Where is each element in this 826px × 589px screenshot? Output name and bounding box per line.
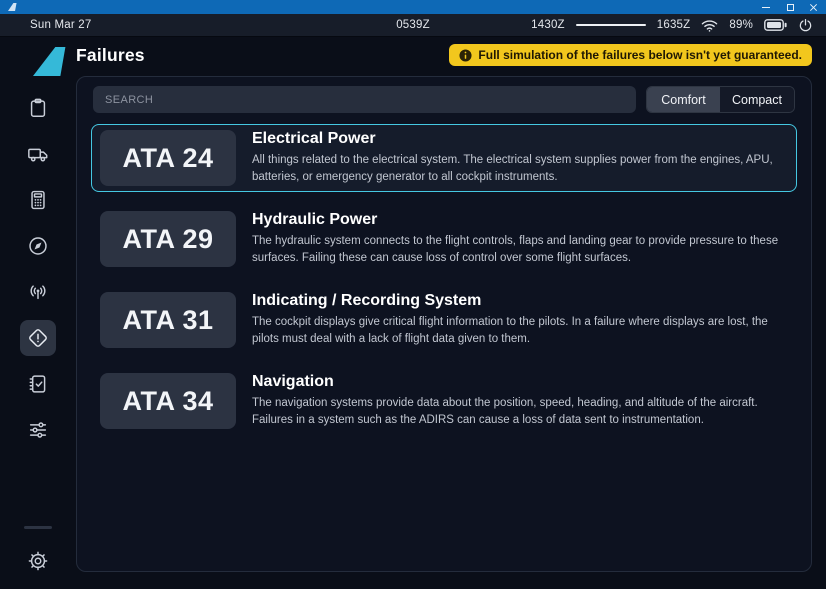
sidebar-item-failures[interactable]: [20, 320, 56, 356]
sidebar-item-performance[interactable]: [20, 182, 56, 218]
battery-percent: 89%: [729, 19, 753, 31]
sidebar-item-ground-services[interactable]: [20, 136, 56, 172]
battery-icon: [764, 19, 787, 31]
toolbar: Comfort Compact: [93, 86, 795, 113]
failure-description: The hydraulic system connects to the fli…: [252, 233, 788, 267]
leg-start-time: 1430Z: [531, 19, 565, 31]
clipboard-icon: [27, 97, 49, 119]
ata-code-badge: ATA 31: [100, 292, 236, 348]
failure-card-ata29[interactable]: ATA 29 Hydraulic Power The hydraulic sys…: [91, 205, 797, 273]
sidebar-item-navigation[interactable]: [20, 228, 56, 264]
sidebar-item-options[interactable]: [20, 412, 56, 448]
wifi-icon: [701, 19, 718, 32]
failures-panel: Comfort Compact ATA 24 Electrical Power …: [76, 76, 812, 572]
failure-card-ata24[interactable]: ATA 24 Electrical Power All things relat…: [91, 124, 797, 192]
os-titlebar: [0, 0, 826, 14]
view-mode-toggle: Comfort Compact: [646, 86, 795, 113]
failure-card-ata34[interactable]: ATA 34 Navigation The navigation systems…: [91, 367, 797, 435]
warning-banner: Full simulation of the failures below is…: [449, 44, 812, 66]
broadcast-icon: [27, 281, 49, 303]
ata-code-badge: ATA 34: [100, 373, 236, 429]
search-input[interactable]: [93, 86, 636, 113]
truck-icon: [27, 143, 49, 165]
compass-icon: [27, 235, 49, 257]
failure-card-list: ATA 24 Electrical Power All things relat…: [91, 124, 797, 435]
status-bar: Sun Mar 27 0539Z 1430Z 1635Z 89%: [0, 14, 826, 37]
ata-code-badge: ATA 24: [100, 130, 236, 186]
view-compact-button[interactable]: Compact: [720, 87, 794, 112]
gear-icon: [27, 550, 49, 572]
sidebar-item-clipboard[interactable]: [20, 90, 56, 126]
failure-description: All things related to the electrical sys…: [252, 152, 788, 186]
sidebar-item-radio[interactable]: [20, 274, 56, 310]
checklist-icon: [27, 373, 49, 395]
warning-banner-text: Full simulation of the failures below is…: [478, 48, 802, 62]
ata-code-badge: ATA 29: [100, 211, 236, 267]
failure-title: Navigation: [252, 373, 788, 391]
sidebar-divider: [24, 526, 52, 529]
failure-title: Hydraulic Power: [252, 211, 788, 229]
maximize-icon[interactable]: [786, 3, 794, 11]
view-comfort-button[interactable]: Comfort: [647, 87, 720, 112]
sidebar-item-checklists[interactable]: [20, 366, 56, 402]
failure-diamond-icon: [27, 327, 49, 349]
failure-title: Indicating / Recording System: [252, 292, 788, 310]
page-title: Failures: [76, 45, 145, 66]
leg-end-time: 1635Z: [657, 19, 691, 31]
power-icon[interactable]: [798, 18, 813, 33]
leg-progress-line: [576, 24, 646, 26]
calculator-icon: [27, 189, 49, 211]
failure-title: Electrical Power: [252, 130, 788, 148]
close-icon[interactable]: [810, 3, 818, 11]
failure-description: The cockpit displays give critical fligh…: [252, 314, 788, 348]
failure-description: The navigation systems provide data abou…: [252, 395, 788, 429]
app-icon: [8, 3, 17, 11]
minimize-icon[interactable]: [762, 3, 770, 11]
app-main: Failures Full simulation of the failures…: [0, 38, 826, 589]
sidebar-item-settings[interactable]: [20, 543, 56, 579]
failure-card-ata31[interactable]: ATA 31 Indicating / Recording System The…: [91, 286, 797, 354]
sliders-icon: [27, 419, 49, 441]
info-icon: [459, 49, 472, 62]
sidebar: [20, 90, 56, 458]
brand-logo-icon: [33, 47, 69, 76]
